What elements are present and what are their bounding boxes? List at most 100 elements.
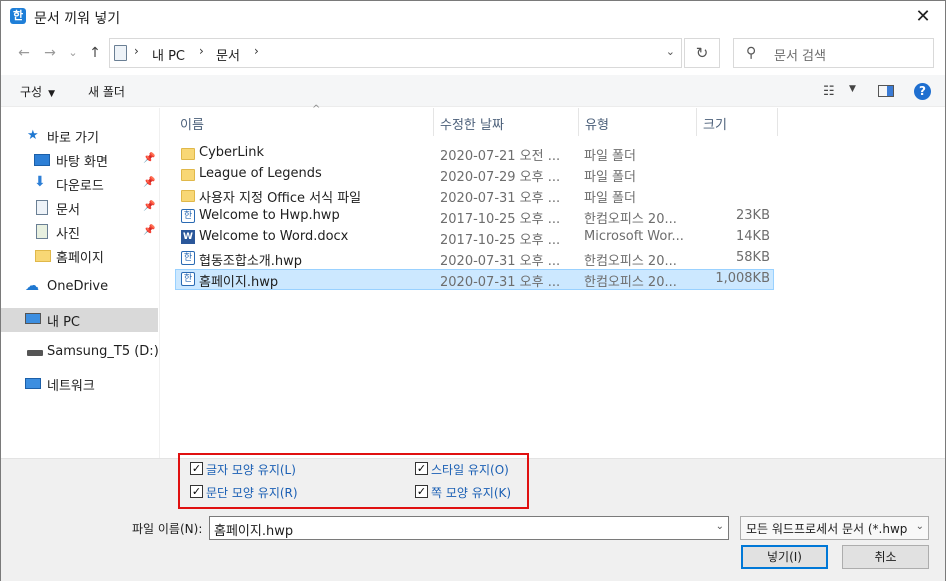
sidebar-item-pictures[interactable]: 사진 📌	[1, 220, 158, 244]
breadcrumb-documents[interactable]: 문서	[216, 45, 240, 64]
computer-icon	[25, 313, 41, 324]
file-size: 14KB	[736, 229, 770, 244]
file-row[interactable]: 한 협동조합소개.hwp 2020-07-31 오후 ... 한컴오피스 20.…	[175, 248, 774, 269]
column-header-label: 수정한 날짜	[440, 118, 504, 133]
refresh-button[interactable]: ↻	[684, 38, 720, 68]
breadcrumb-my-pc[interactable]: 내 PC	[152, 45, 185, 64]
file-type: 파일 폴더	[584, 191, 636, 206]
breadcrumb-separator: ›	[199, 44, 204, 58]
file-date: 2017-10-25 오후 ...	[440, 233, 561, 248]
sidebar-item-homepage[interactable]: 홈페이지	[1, 244, 158, 268]
sidebar-item-label: 바로 가기	[47, 131, 99, 146]
file-date: 2020-07-31 오후 ...	[440, 191, 561, 206]
view-caret-down-icon[interactable]: ▼	[849, 84, 856, 94]
file-row-selected[interactable]: 한 홈페이지.hwp 2020-07-31 오후 ... 한컴오피스 20...…	[175, 269, 774, 290]
documents-icon	[36, 200, 48, 215]
file-row[interactable]: 사용자 지정 Office 서식 파일 2020-07-31 오후 ... 파일…	[175, 185, 774, 206]
pin-icon[interactable]: 📌	[143, 201, 155, 212]
breadcrumb-separator: ›	[254, 44, 259, 58]
sidebar-item-label: 홈페이지	[56, 251, 104, 266]
file-name: League of Legends	[199, 166, 322, 181]
title-bar: 한 문서 끼워 넣기 ✕	[1, 1, 945, 33]
sidebar-item-samsung-drive[interactable]: Samsung_T5 (D:)	[1, 341, 159, 365]
back-arrow-icon[interactable]: ←	[14, 43, 34, 63]
sidebar-item-documents[interactable]: 문서 📌	[1, 196, 158, 220]
file-type: 파일 폴더	[584, 170, 636, 185]
file-row[interactable]: 한 Welcome to Hwp.hwp 2017-10-25 오후 ... 한…	[175, 206, 774, 227]
sidebar-item-network[interactable]: 네트워크	[1, 372, 158, 396]
keep-page-shape-checkbox[interactable]: ✓	[415, 485, 428, 498]
search-icon: ⚲	[746, 45, 757, 61]
sidebar-item-quick-access[interactable]: ★ 바로 가기	[1, 124, 158, 148]
file-date: 2020-07-31 오후 ...	[440, 275, 561, 290]
close-button[interactable]: ✕	[909, 4, 937, 30]
column-header-type[interactable]: 유형	[579, 108, 697, 136]
keep-para-shape-checkbox[interactable]: ✓	[190, 485, 203, 498]
file-date: 2020-07-31 오후 ...	[440, 254, 561, 269]
filter-dropdown-icon: ⌄	[915, 521, 924, 532]
column-header-size[interactable]: 크기	[697, 108, 778, 136]
sidebar-item-label: 내 PC	[47, 315, 81, 330]
folder-icon	[35, 250, 51, 262]
file-row[interactable]: W Welcome to Word.docx 2017-10-25 오후 ...…	[175, 227, 774, 248]
network-icon	[25, 378, 41, 389]
keep-char-shape-label[interactable]: 글자 모양 유지(L)	[206, 461, 296, 478]
keep-para-shape-label[interactable]: 문단 모양 유지(R)	[206, 484, 298, 501]
sidebar-item-downloads[interactable]: ⬇ 다운로드 📌	[1, 172, 158, 196]
address-dropdown-icon[interactable]: ⌄	[666, 45, 675, 58]
preview-pane-icon[interactable]	[878, 85, 894, 97]
filename-dropdown-icon[interactable]: ⌄	[716, 521, 724, 532]
caret-down-icon: ▼	[48, 89, 56, 99]
forward-arrow-icon[interactable]: →	[40, 43, 60, 63]
column-header-label: 크기	[703, 118, 727, 133]
pin-icon[interactable]: 📌	[143, 225, 155, 236]
keep-page-shape-label[interactable]: 쪽 모양 유지(K)	[431, 484, 511, 501]
organize-button[interactable]: 구성 ▼	[20, 83, 55, 100]
folder-icon	[181, 169, 195, 181]
keep-style-label[interactable]: 스타일 유지(O)	[431, 461, 509, 478]
sidebar-item-my-pc[interactable]: 내 PC	[1, 308, 158, 332]
file-type: 한컴오피스 20...	[584, 254, 677, 269]
file-name: CyberLink	[199, 145, 264, 160]
column-header-date[interactable]: 수정한 날짜	[434, 108, 579, 136]
sidebar-item-label: OneDrive	[47, 279, 109, 294]
file-list: ^ 이름 수정한 날짜 유형 크기 CyberLink 2020-07-21 오…	[161, 104, 945, 458]
sidebar-item-onedrive[interactable]: ☁ OneDrive	[1, 276, 158, 300]
recent-locations-icon[interactable]: ⌄	[63, 43, 83, 63]
up-arrow-icon[interactable]: ↑	[85, 43, 105, 63]
keep-char-shape-checkbox[interactable]: ✓	[190, 462, 203, 475]
dialog-title: 문서 끼워 넣기	[34, 11, 121, 27]
cancel-button[interactable]: 취소	[842, 545, 929, 569]
desktop-icon	[34, 154, 50, 166]
file-type-filter-select[interactable]: 모든 워드프로세서 문서 (*.hwp ⌄	[740, 516, 929, 540]
file-name: 협동조합소개.hwp	[199, 254, 303, 269]
navigation-pane: ★ 바로 가기 바탕 화면 📌 ⬇ 다운로드 📌 문서 📌 사진 📌 홈페이지	[1, 108, 160, 458]
file-type: 한컴오피스 20...	[584, 212, 677, 227]
word-file-icon: W	[181, 230, 195, 244]
file-size: 58KB	[736, 250, 770, 265]
column-header-name[interactable]: ^ 이름	[174, 104, 434, 136]
insert-document-dialog: 한 문서 끼워 넣기 ✕ ← → ⌄ ↑ › 내 PC › 문서 › ⌄ ↻ ⚲…	[0, 0, 946, 581]
folder-icon	[181, 190, 195, 202]
help-icon[interactable]: ?	[914, 83, 931, 100]
new-folder-button[interactable]: 새 폴더	[88, 83, 125, 100]
search-input[interactable]: ⚲ 문서 검색	[733, 38, 934, 68]
file-type-filter-value: 모든 워드프로세서 문서 (*.hwp	[746, 522, 908, 536]
file-row[interactable]: League of Legends 2020-07-29 오후 ... 파일 폴…	[175, 164, 774, 185]
hwp-file-icon: 한	[181, 272, 195, 286]
insert-button[interactable]: 넣기(I)	[741, 545, 828, 569]
file-row[interactable]: CyberLink 2020-07-21 오전 ... 파일 폴더	[175, 143, 774, 164]
sidebar-item-label: 바탕 화면	[56, 155, 108, 170]
pin-icon[interactable]: 📌	[143, 177, 155, 188]
file-type: 파일 폴더	[584, 149, 636, 164]
hancom-app-icon: 한	[10, 8, 26, 24]
sidebar-item-desktop[interactable]: 바탕 화면 📌	[1, 148, 158, 172]
file-date: 2017-10-25 오후 ...	[440, 212, 561, 227]
pin-icon[interactable]: 📌	[143, 153, 155, 164]
drive-icon	[27, 350, 43, 356]
filename-field[interactable]: 홈페이지.hwp ⌄	[209, 516, 729, 540]
sidebar-item-label: 네트워크	[47, 379, 95, 394]
address-bar[interactable]: › 내 PC › 문서 › ⌄	[109, 38, 682, 68]
view-options-icon[interactable]: ☷	[823, 84, 835, 99]
keep-style-checkbox[interactable]: ✓	[415, 462, 428, 475]
